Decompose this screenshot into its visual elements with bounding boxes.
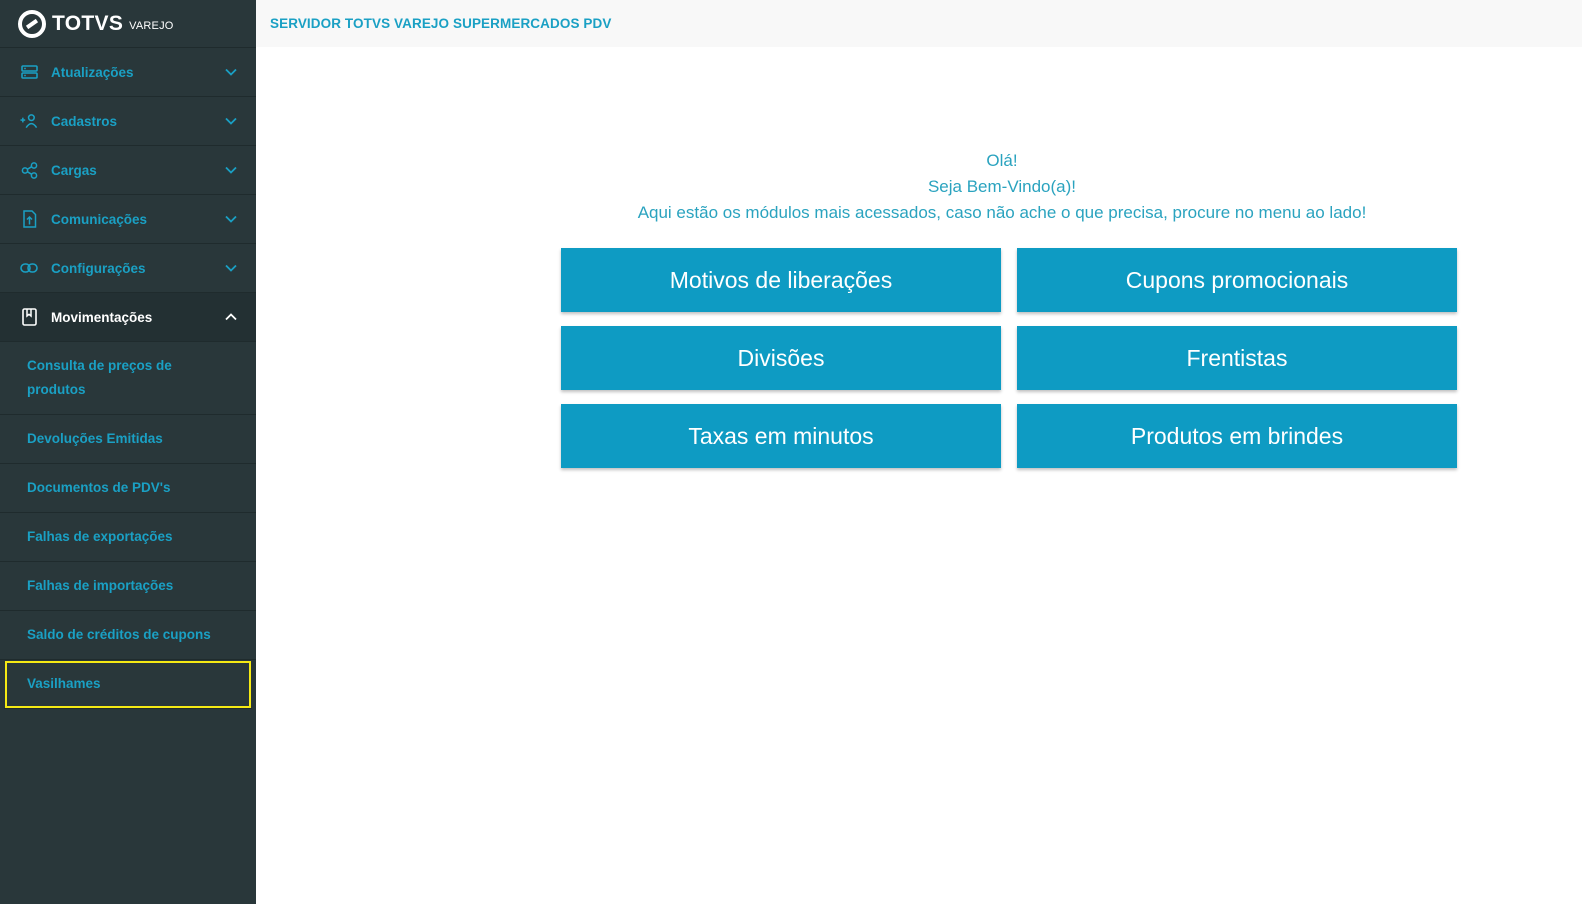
submenu-label: Documentos de PDV's [27,480,171,495]
page-title: SERVIDOR TOTVS VAREJO SUPERMERCADOS PDV [270,16,612,31]
menu-label: Cadastros [51,113,118,129]
menu-comunicacoes[interactable]: Comunicações [0,195,256,244]
chevron-down-icon [224,65,238,79]
submenu-label: Consulta de preços de produtos [27,358,172,397]
add-user-icon [20,112,38,130]
menu-movimentacoes[interactable]: Movimentações [0,293,256,342]
menu-configuracoes[interactable]: Configurações [0,244,256,293]
tile-cupons-promocionais[interactable]: Cupons promocionais [1017,248,1457,312]
tile-produtos-brindes[interactable]: Produtos em brindes [1017,404,1457,468]
submenu-label: Falhas de exportações [27,529,173,544]
tile-divisoes[interactable]: Divisões [561,326,1001,390]
submenu-documentos-pdv[interactable]: Documentos de PDV's [0,464,256,513]
link-icon [20,259,38,277]
sidebar: TOTVS VAREJO Atualizações Cadastros Carg… [0,0,256,904]
top-bar: SERVIDOR TOTVS VAREJO SUPERMERCADOS PDV [256,0,1582,47]
submenu-label: Vasilhames [27,676,101,691]
chevron-down-icon [224,114,238,128]
module-tiles: Motivos de liberações Cupons promocionai… [561,248,1457,468]
share-icon [20,161,38,179]
file-upload-icon [20,210,38,228]
tile-taxas-minutos[interactable]: Taxas em minutos [561,404,1001,468]
menu-cargas[interactable]: Cargas [0,146,256,195]
menu-label: Configurações [51,260,146,276]
server-icon [20,63,38,81]
submenu-devolucoes-emitidas[interactable]: Devoluções Emitidas [0,415,256,464]
menu-atualizacoes[interactable]: Atualizações [0,48,256,97]
submenu-label: Saldo de créditos de cupons [27,627,211,642]
logo-text: TOTVS [52,11,124,35]
menu-cadastros[interactable]: Cadastros [0,97,256,146]
tile-motivos-liberacoes[interactable]: Motivos de liberações [561,248,1001,312]
chevron-down-icon [224,212,238,226]
menu-label: Atualizações [51,64,134,80]
menu-label: Movimentações [51,309,153,325]
totvs-logo-icon [18,9,46,38]
submenu-falhas-importacoes[interactable]: Falhas de importações [0,562,256,611]
submenu-saldo-creditos-cupons[interactable]: Saldo de créditos de cupons [0,611,256,660]
submenu-label: Devoluções Emitidas [27,431,163,446]
welcome-text: Seja Bem-Vindo(a)! [927,177,1077,196]
greeting: Olá! [986,151,1018,170]
submenu-consulta-precos[interactable]: Consulta de preços de produtos [0,342,256,415]
bookmark-icon [20,308,38,326]
submenu-vasilhames[interactable]: Vasilhames [4,660,252,709]
submenu-falhas-exportacoes[interactable]: Falhas de exportações [0,513,256,562]
chevron-down-icon [224,163,238,177]
logo-subtext: VAREJO [129,19,174,32]
modules-hint: Aqui estão os módulos mais acessados, ca… [637,203,1367,222]
submenu-label: Falhas de importações [27,578,174,593]
logo[interactable]: TOTVS VAREJO [0,0,256,48]
chevron-down-icon [224,261,238,275]
tile-frentistas[interactable]: Frentistas [1017,326,1457,390]
menu-label: Cargas [51,162,97,178]
welcome-message: Olá! Seja Bem-Vindo(a)! Aqui estão os mó… [256,148,1582,226]
menu-label: Comunicações [51,211,148,227]
chevron-up-icon [224,310,238,324]
